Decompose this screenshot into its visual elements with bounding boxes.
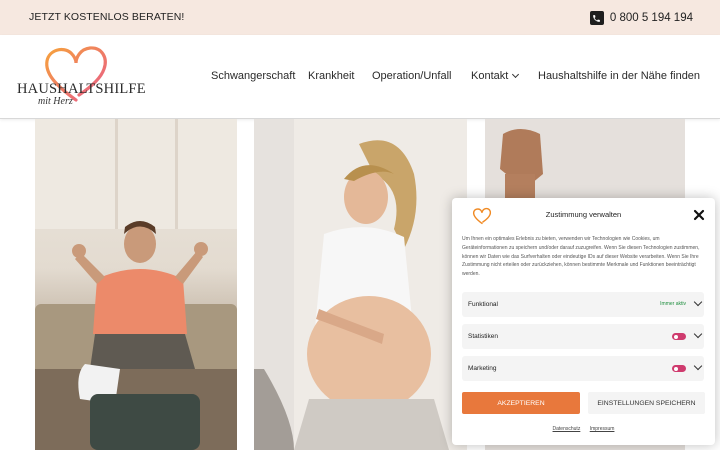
chevron-down-icon[interactable] — [693, 329, 703, 339]
chevron-down-icon[interactable] — [693, 361, 703, 371]
consent-footer-links: Datenschutz Impressum — [452, 426, 715, 432]
logo-brand-text: HAUSHALTSHILFE — [17, 81, 146, 97]
nav-item-operation-unfall[interactable]: Operation/Unfall — [372, 70, 452, 82]
always-active-badge: Immer aktiv — [660, 301, 686, 307]
category-label: Funktional — [468, 301, 498, 308]
nav-item-schwangerschaft[interactable]: Schwangerschaft — [211, 70, 295, 82]
consent-category-statistiken[interactable]: Statistiken — [462, 324, 704, 349]
marketing-toggle[interactable] — [672, 365, 686, 372]
consent-description: Um Ihnen ein optimales Erlebnis zu biete… — [462, 236, 700, 278]
statistics-toggle[interactable] — [672, 333, 686, 340]
chevron-down-icon — [512, 70, 520, 79]
phone-number: 0 800 5 194 194 — [609, 12, 693, 24]
logo-tagline: mit Herz — [38, 96, 73, 107]
phone-icon — [589, 11, 604, 25]
category-label: Statistiken — [468, 333, 498, 340]
cookie-consent-dialog: Zustimmung verwalten Um Ihnen ein optima… — [452, 198, 715, 445]
hero-image-injured-man — [35, 119, 237, 450]
save-settings-button[interactable]: EINSTELLUNGEN SPEICHERN — [588, 392, 705, 414]
hero-image-pregnant-woman — [254, 119, 467, 450]
chevron-down-icon[interactable] — [693, 297, 703, 307]
nav-item-krankheit[interactable]: Krankheit — [308, 70, 354, 82]
site-logo[interactable]: HAUSHALTSHILFE mit Herz — [17, 45, 146, 111]
imprint-link[interactable]: Impressum — [590, 426, 615, 432]
consent-category-funktional[interactable]: Funktional Immer aktiv — [462, 292, 704, 317]
nav-item-haushaltshilfe-finden[interactable]: Haushaltshilfe in der Nähe finden — [538, 70, 700, 82]
phone-link[interactable]: 0 800 5 194 194 — [589, 10, 693, 26]
top-bar: JETZT KOSTENLOS BERATEN! 0 800 5 194 194 — [0, 0, 720, 35]
consent-title: Zustimmung verwalten — [545, 210, 622, 219]
consent-category-marketing[interactable]: Marketing — [462, 356, 704, 381]
nav-item-kontakt-label: Kontakt — [471, 70, 509, 82]
free-consultation-link[interactable]: JETZT KOSTENLOS BERATEN! — [29, 11, 184, 23]
category-label: Marketing — [468, 365, 497, 372]
accept-button[interactable]: AKZEPTIEREN — [462, 392, 580, 414]
nav-item-kontakt[interactable]: Kontakt — [471, 70, 520, 82]
close-icon[interactable] — [693, 208, 705, 221]
privacy-link[interactable]: Datenschutz — [553, 426, 581, 432]
